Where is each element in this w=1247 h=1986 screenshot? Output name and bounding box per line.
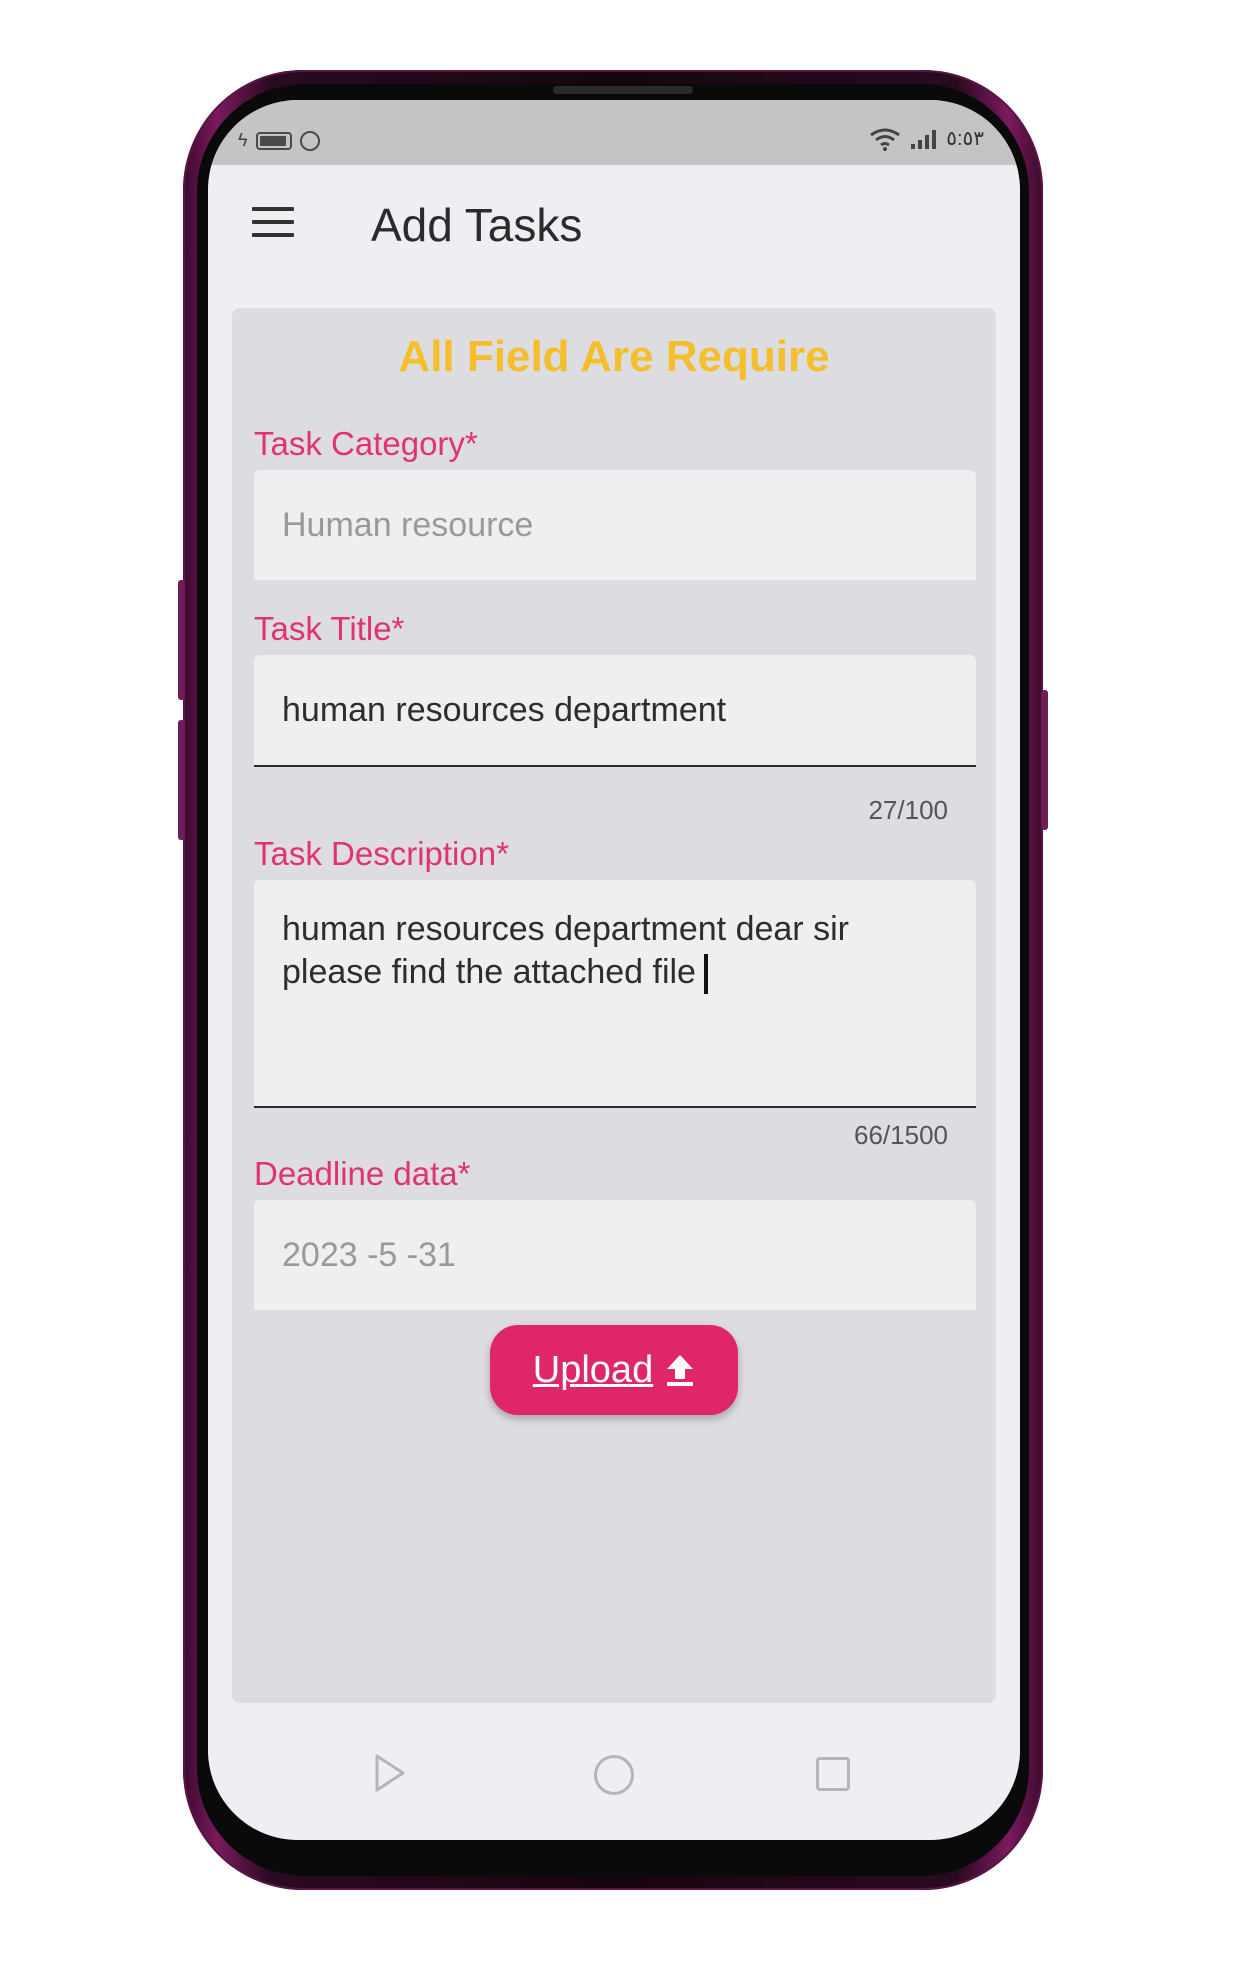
task-category-label: Task Category* xyxy=(254,425,478,462)
upload-arrow-icon xyxy=(667,1355,694,1386)
navigation-bar xyxy=(208,1715,1020,1840)
task-title-counter: 27/100 xyxy=(868,795,948,825)
power-button xyxy=(1041,690,1048,830)
status-bar: ϟ ٥:٥٣ xyxy=(208,100,1020,165)
volume-up-button xyxy=(178,580,185,700)
status-time: ٥:٥٣ xyxy=(946,128,984,150)
battery-icon xyxy=(255,131,292,150)
status-right-icons: ٥:٥٣ xyxy=(869,126,984,151)
task-description-label: Task Description* xyxy=(254,835,509,872)
deadline-label: Deadline data* xyxy=(254,1155,471,1192)
deadline-date-field[interactable]: 2023 -5 -31 xyxy=(254,1200,976,1310)
charging-icon: ϟ xyxy=(238,130,248,150)
app-bar: Add Tasks xyxy=(208,165,1020,285)
page-title: Add Tasks xyxy=(371,199,583,251)
triangle-back-icon[interactable] xyxy=(373,1753,407,1793)
speaker-grille xyxy=(553,86,693,94)
rotation-lock-icon xyxy=(299,130,320,151)
task-description-textarea[interactable]: human resources department dear sir plea… xyxy=(254,880,976,1108)
square-recent-icon[interactable] xyxy=(816,1757,850,1791)
hamburger-menu-icon[interactable] xyxy=(252,207,294,237)
circle-home-icon[interactable] xyxy=(594,1755,634,1795)
text-cursor xyxy=(703,954,708,995)
task-description-text: human resources department dear sir plea… xyxy=(282,910,849,991)
task-form-card: All Field Are Require Task Category* Hum… xyxy=(232,308,996,1703)
task-category-dropdown[interactable]: Human resource xyxy=(254,470,976,580)
wifi-icon xyxy=(870,128,901,151)
task-title-label: Task Title* xyxy=(254,610,405,647)
phone-screen: ϟ ٥:٥٣ Add Tasks All Field Are Require T… xyxy=(208,100,1020,1840)
status-left-icons: ϟ xyxy=(238,130,320,151)
required-notice: All Field Are Require xyxy=(398,332,830,381)
upload-button[interactable]: Upload xyxy=(490,1325,738,1415)
task-description-counter: 66/1500 xyxy=(854,1120,948,1150)
volume-down-button xyxy=(178,720,185,840)
signal-icon xyxy=(911,129,937,149)
upload-button-label: Upload xyxy=(532,1348,654,1391)
task-title-input[interactable]: human resources department xyxy=(254,655,976,767)
